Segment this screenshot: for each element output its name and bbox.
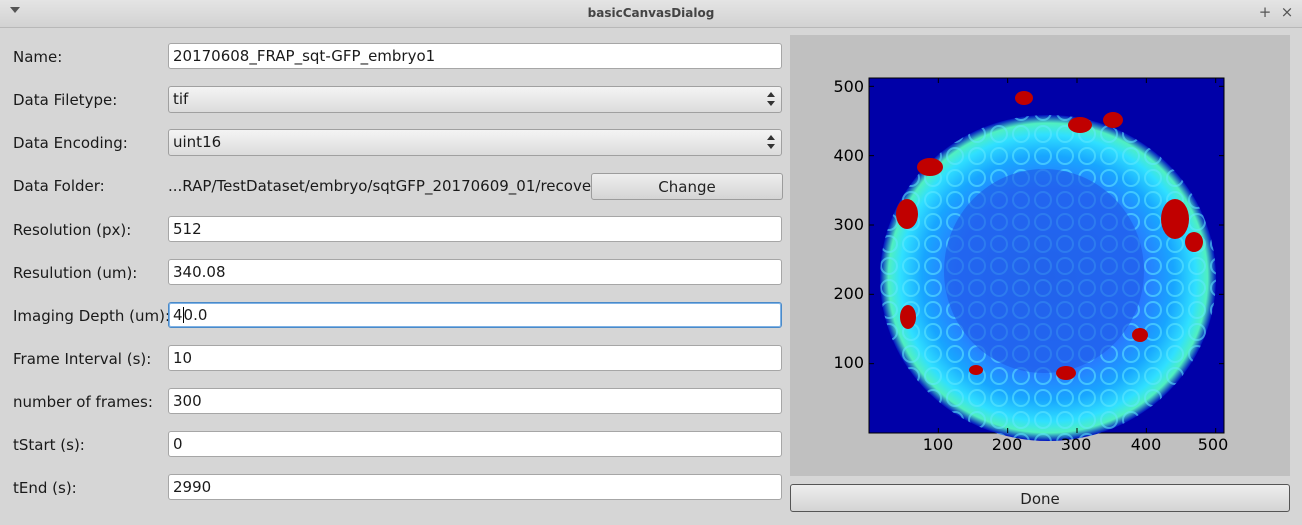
image-plot: 100 200 300 400 500 100 200 300 400 500 <box>833 77 1229 454</box>
interval-input[interactable]: 10 <box>168 345 782 371</box>
folder-path: ...RAP/TestDataset/embryo/sqtGFP_2017060… <box>168 177 603 195</box>
tstart-label: tStart (s): <box>13 436 85 454</box>
resolution-px-row: Resolution (px): 512 <box>0 215 790 245</box>
y-tick-label: 500 <box>833 77 864 96</box>
depth-value-start: 4 <box>173 306 183 324</box>
tend-input[interactable]: 2990 <box>168 474 782 500</box>
x-tick-label: 500 <box>1198 435 1229 454</box>
interval-label: Frame Interval (s): <box>13 350 152 368</box>
filetype-value: tif <box>173 90 189 108</box>
filetype-select[interactable]: tif <box>168 86 782 113</box>
filetype-label: Data Filetype: <box>13 91 118 109</box>
depth-row: Imaging Depth (um): 40.0 <box>0 301 790 331</box>
frames-row: number of frames: 300 <box>0 387 790 417</box>
x-tick-label: 100 <box>923 435 954 454</box>
y-tick-label: 400 <box>833 146 864 165</box>
encoding-row: Data Encoding: uint16 <box>0 128 790 158</box>
encoding-select[interactable]: uint16 <box>168 129 782 156</box>
frames-input[interactable]: 300 <box>168 388 782 414</box>
filetype-row: Data Filetype: tif <box>0 85 790 115</box>
pin-icon[interactable]: + <box>1256 3 1274 21</box>
encoding-value: uint16 <box>173 133 222 151</box>
depth-label: Imaging Depth (um): <box>13 307 171 325</box>
encoding-label: Data Encoding: <box>13 134 128 152</box>
spinner-arrows-icon <box>767 135 775 151</box>
depth-value-end: 0.0 <box>183 306 208 324</box>
y-tick-label: 200 <box>833 284 864 303</box>
resolution-px-input[interactable]: 512 <box>168 216 782 242</box>
resolution-px-label: Resolution (px): <box>13 221 132 239</box>
y-tick-label: 300 <box>833 215 864 234</box>
tend-row: tEnd (s): 2990 <box>0 473 790 503</box>
x-tick-label: 300 <box>1061 435 1092 454</box>
spinner-arrows-icon <box>767 92 775 108</box>
done-button[interactable]: Done <box>790 484 1290 512</box>
close-icon[interactable]: × <box>1278 3 1296 21</box>
x-tick-label: 200 <box>992 435 1023 454</box>
title-bar: basicCanvasDialog + × <box>0 0 1302 28</box>
resolution-um-row: Resulution (um): 340.08 <box>0 258 790 288</box>
y-tick-label: 100 <box>833 353 864 372</box>
plot-canvas[interactable]: 100 200 300 400 500 100 200 300 400 500 <box>790 35 1290 476</box>
tstart-row: tStart (s): 0 <box>0 430 790 460</box>
interval-row: Frame Interval (s): 10 <box>0 344 790 374</box>
change-folder-button[interactable]: Change <box>591 173 783 200</box>
name-input[interactable]: 20170608_FRAP_sqt-GFP_embryo1 <box>168 43 782 69</box>
resolution-um-input[interactable]: 340.08 <box>168 259 782 285</box>
embryo-center <box>944 169 1144 373</box>
name-row: Name: 20170608_FRAP_sqt-GFP_embryo1 <box>0 42 790 72</box>
depth-input[interactable]: 40.0 <box>168 302 782 328</box>
tstart-input[interactable]: 0 <box>168 431 782 457</box>
resolution-um-label: Resulution (um): <box>13 264 138 282</box>
name-label: Name: <box>13 48 63 66</box>
x-tick-label: 400 <box>1131 435 1162 454</box>
folder-label: Data Folder: <box>13 177 105 195</box>
window-title: basicCanvasDialog <box>587 6 715 20</box>
tend-label: tEnd (s): <box>13 479 77 497</box>
folder-row: Data Folder: ...RAP/TestDataset/embryo/s… <box>0 171 790 201</box>
frames-label: number of frames: <box>13 393 153 411</box>
